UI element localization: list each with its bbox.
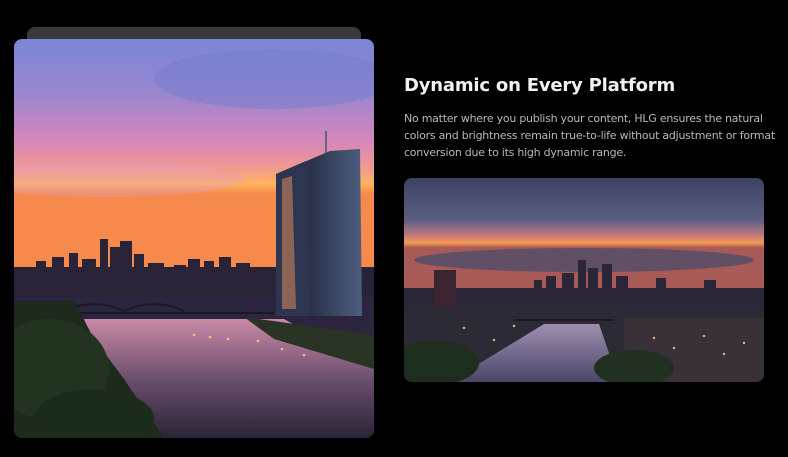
skyline-sunset-photo <box>14 39 374 438</box>
skyline-dusk-photo <box>404 178 764 382</box>
section-description: No matter where you publish your content… <box>404 112 775 159</box>
section-headline: Dynamic on Every Platform <box>404 75 676 96</box>
hlg-feature-section: Dynamic on Every Platform No matter wher… <box>0 0 788 457</box>
